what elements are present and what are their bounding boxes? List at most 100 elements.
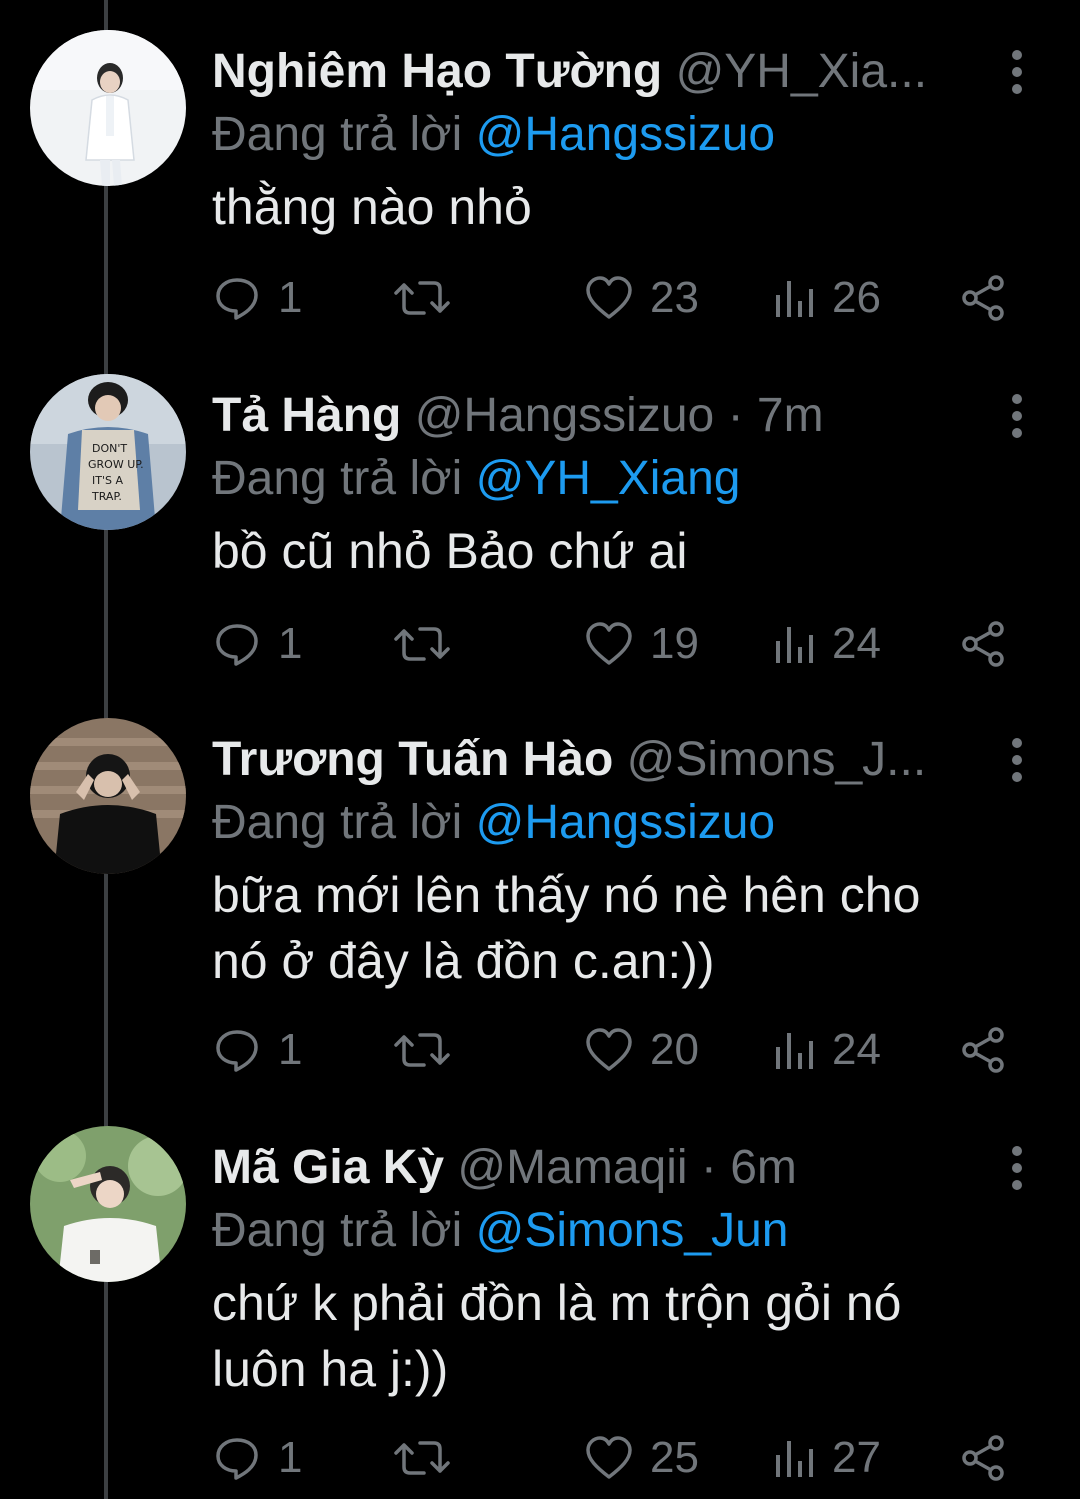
- timestamp[interactable]: 6m: [730, 1141, 797, 1194]
- views-button[interactable]: 24: [774, 616, 881, 672]
- retweet-icon: [394, 1033, 450, 1067]
- mention-link[interactable]: @Simons_Jun: [476, 1204, 789, 1257]
- heart-icon: [586, 622, 632, 665]
- more-options-icon[interactable]: [1000, 1144, 1036, 1192]
- replying-to-label: Đang trả lời: [212, 796, 463, 849]
- tweet-header: Mã Gia Kỳ @Mamaqii · 6m: [212, 1136, 992, 1200]
- like-button[interactable]: 25: [584, 1430, 699, 1486]
- reply-button[interactable]: 1: [212, 270, 302, 326]
- svg-text:GROW UP.: GROW UP.: [88, 458, 144, 471]
- mention-link[interactable]: @YH_Xiang: [476, 452, 741, 505]
- retweet-icon: [394, 281, 450, 315]
- reply-button[interactable]: 1: [212, 1022, 302, 1078]
- display-name[interactable]: Trương Tuấn Hào: [212, 733, 613, 786]
- tweet-text: thằng nào nhỏ: [212, 179, 532, 235]
- separator-dot: ·: [727, 389, 744, 442]
- like-count: 23: [650, 273, 699, 322]
- timestamp[interactable]: 7m: [757, 389, 824, 442]
- action-bar: 1 23 26: [212, 270, 1032, 326]
- replying-to-label: Đang trả lời: [212, 452, 463, 505]
- reply-icon: [216, 1030, 258, 1072]
- retweet-button[interactable]: [394, 1430, 466, 1486]
- view-count: 27: [832, 1433, 881, 1482]
- share-icon: [962, 1027, 1004, 1073]
- avatar-photo: [30, 30, 186, 186]
- tweet-text: bồ cũ nhỏ Bảo chứ ai: [212, 523, 688, 579]
- svg-text:TRAP.: TRAP.: [91, 490, 122, 503]
- separator-dot: ·: [700, 1141, 717, 1194]
- share-button[interactable]: [958, 270, 1008, 326]
- action-bar: 1 19 24: [212, 616, 1032, 672]
- avatar-photo: DON'T GROW UP. IT'S A TRAP.: [30, 374, 186, 530]
- display-name[interactable]: Tả Hàng: [212, 389, 401, 442]
- replying-to-label: Đang trả lời: [212, 108, 463, 161]
- replying-to: Đang trả lời @YH_Xiang: [212, 448, 740, 510]
- reply-button[interactable]: 1: [212, 616, 302, 672]
- reply-icon: [216, 624, 258, 666]
- action-bar: 1 20 24: [212, 1022, 1032, 1078]
- share-icon: [962, 621, 1004, 667]
- reply-icon: [216, 1438, 258, 1480]
- like-button[interactable]: 23: [584, 270, 699, 326]
- like-count: 25: [650, 1433, 699, 1482]
- tweet-text: bữa mới lên thấy nó nè hên cho nó ở đây …: [212, 867, 921, 989]
- like-button[interactable]: 19: [584, 616, 699, 672]
- retweet-icon: [394, 1441, 450, 1475]
- share-icon: [962, 275, 1004, 321]
- reply-count: 1: [278, 1025, 303, 1074]
- share-button[interactable]: [958, 1430, 1008, 1486]
- views-button[interactable]: 24: [774, 1022, 881, 1078]
- mention-link[interactable]: @Hangssizuo: [476, 108, 776, 161]
- retweet-button[interactable]: [394, 270, 466, 326]
- reply-count: 1: [278, 1433, 303, 1482]
- retweet-icon: [394, 627, 450, 661]
- user-handle[interactable]: @Simons_J...: [627, 733, 926, 786]
- view-count: 24: [832, 619, 881, 668]
- share-icon: [962, 1435, 1004, 1481]
- replying-to: Đang trả lời @Hangssizuo: [212, 104, 775, 166]
- views-icon: [776, 1033, 813, 1069]
- tweet-header: Tả Hàng @Hangssizuo · 7m: [212, 384, 992, 448]
- like-count: 20: [650, 1025, 699, 1074]
- reply-count: 1: [278, 273, 303, 322]
- retweet-button[interactable]: [394, 616, 466, 672]
- avatar[interactable]: DON'T GROW UP. IT'S A TRAP.: [30, 374, 186, 530]
- views-button[interactable]: 27: [774, 1430, 881, 1486]
- action-bar: 1 25 27: [212, 1430, 1032, 1486]
- user-handle[interactable]: @Mamaqii: [457, 1141, 687, 1194]
- like-count: 19: [650, 619, 699, 668]
- user-handle[interactable]: @Hangssizuo: [415, 389, 715, 442]
- more-options-icon[interactable]: [1000, 736, 1036, 784]
- avatar-photo: [30, 718, 186, 874]
- replying-to: Đang trả lời @Simons_Jun: [212, 1200, 788, 1262]
- replying-to-label: Đang trả lời: [212, 1204, 463, 1257]
- avatar[interactable]: [30, 718, 186, 874]
- display-name[interactable]: Mã Gia Kỳ: [212, 1141, 444, 1194]
- tweet-header: Nghiêm Hạo Tường @YH_Xia...: [212, 40, 992, 104]
- views-icon: [776, 1441, 813, 1477]
- reply-button[interactable]: 1: [212, 1430, 302, 1486]
- views-button[interactable]: 26: [774, 270, 881, 326]
- heart-icon: [586, 1436, 632, 1479]
- share-button[interactable]: [958, 616, 1008, 672]
- views-icon: [776, 627, 813, 663]
- like-button[interactable]: 20: [584, 1022, 699, 1078]
- view-count: 24: [832, 1025, 881, 1074]
- avatar[interactable]: [30, 1126, 186, 1282]
- more-options-icon[interactable]: [1000, 48, 1036, 96]
- user-handle[interactable]: @YH_Xia...: [676, 45, 927, 98]
- views-icon: [776, 281, 813, 317]
- tweet-header: Trương Tuấn Hào @Simons_J...: [212, 728, 992, 792]
- display-name[interactable]: Nghiêm Hạo Tường: [212, 45, 662, 98]
- heart-icon: [586, 276, 632, 319]
- mention-link[interactable]: @Hangssizuo: [476, 796, 776, 849]
- share-button[interactable]: [958, 1022, 1008, 1078]
- retweet-button[interactable]: [394, 1022, 466, 1078]
- view-count: 26: [832, 273, 881, 322]
- avatar[interactable]: [30, 30, 186, 186]
- reply-icon: [216, 278, 258, 320]
- reply-count: 1: [278, 619, 303, 668]
- more-options-icon[interactable]: [1000, 392, 1036, 440]
- tweet-text: chứ k phải đồn là m trộn gỏi nó luôn ha …: [212, 1275, 902, 1397]
- replying-to: Đang trả lời @Hangssizuo: [212, 792, 775, 854]
